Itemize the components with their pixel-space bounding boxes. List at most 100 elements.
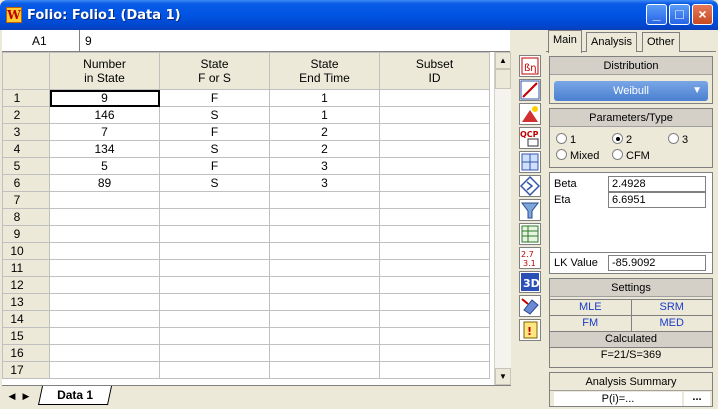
grid-cell[interactable] [49,225,160,243]
grid-cell[interactable] [49,293,160,311]
cell-value-input[interactable] [82,30,510,51]
sheet-next-icon[interactable]: ▶ [20,389,32,403]
grid-cell[interactable] [269,225,380,243]
grid-cell[interactable] [379,327,490,345]
grid-cell[interactable] [49,361,160,379]
row-header[interactable]: 4 [2,140,50,158]
grid-cell[interactable] [49,242,160,260]
grid-cell[interactable]: 2 [269,123,380,141]
beta-distribution-icon[interactable]: ßη [519,55,541,77]
param-option-cfm[interactable]: CFM [612,149,650,162]
maximize-button[interactable]: □ [669,4,690,25]
grid-cell[interactable] [269,242,380,260]
row-header[interactable]: 6 [2,174,50,192]
grid-cell[interactable] [159,276,270,294]
sheet-prev-icon[interactable]: ◀ [6,389,18,403]
column-header[interactable]: State F or S [159,52,270,90]
report-icon[interactable]: ! [519,319,541,341]
grid-cell[interactable] [49,259,160,277]
grid-cell[interactable]: F [159,157,270,175]
grid-corner[interactable] [2,52,50,90]
grid-cell[interactable] [159,242,270,260]
row-header[interactable]: 7 [2,191,50,209]
more-button[interactable]: ... [684,392,710,406]
grid-cell[interactable]: S [159,174,270,192]
grid-cell[interactable] [159,327,270,345]
grid-cell[interactable] [269,310,380,328]
data-sheet-icon[interactable] [519,223,541,245]
grid-cell[interactable] [269,327,380,345]
grid-cell[interactable] [379,293,490,311]
grid-cell[interactable]: 7 [49,123,160,141]
grid-cell[interactable] [379,174,490,192]
grid-cell[interactable]: 9 [49,89,160,107]
tab-other[interactable]: Other [642,32,680,52]
grid-cell[interactable] [379,89,490,107]
grid-cell[interactable] [159,208,270,226]
grid-cell[interactable] [379,276,490,294]
row-header[interactable]: 9 [2,225,50,243]
param-option-2[interactable]: 2 [612,133,632,146]
param-option-3[interactable]: 3 [668,133,688,146]
grid-cell[interactable] [379,140,490,158]
row-header[interactable]: 12 [2,276,50,294]
grid-cell[interactable] [159,344,270,362]
row-header[interactable]: 8 [2,208,50,226]
close-button[interactable]: × [692,4,713,25]
lk-value[interactable]: -85.9092 [608,255,706,271]
grid-cell[interactable] [49,276,160,294]
grid-cell[interactable]: F [159,123,270,141]
title-bar[interactable]: W Folio: Folio1 (Data 1) _ □ × [0,0,718,30]
grid-cell[interactable]: 3 [269,174,380,192]
cell-reference[interactable]: A1 [2,30,80,52]
grid-cell[interactable] [49,191,160,209]
grid-cell[interactable] [379,157,490,175]
distribution-select[interactable]: Weibull ▼ [554,81,708,101]
param-option-1[interactable]: 1 [556,133,576,146]
grid-cell[interactable]: 1 [269,89,380,107]
app-icon[interactable]: W [6,7,22,23]
grid-cell[interactable]: 5 [49,157,160,175]
grid-cell[interactable] [159,191,270,209]
grid-cell[interactable] [379,208,490,226]
beta-value[interactable]: 2.4928 [608,176,706,192]
grid-cell[interactable] [379,225,490,243]
setting-fm[interactable]: FM [550,316,631,331]
grid-cell[interactable]: 146 [49,106,160,124]
grid-cell[interactable] [379,123,490,141]
chart-grid-icon[interactable] [519,151,541,173]
tab-analysis[interactable]: Analysis [586,32,637,52]
scroll-down-button[interactable]: ▼ [495,368,511,385]
tab-main[interactable]: Main [548,30,582,53]
number-format-icon[interactable]: 2.7 3.1 [519,247,541,269]
row-header[interactable]: 17 [2,361,50,379]
row-header[interactable]: 1 [2,89,50,107]
column-header[interactable]: Number in State [49,52,160,90]
grid-cell[interactable]: S [159,140,270,158]
grid-cell[interactable] [379,242,490,260]
scroll-thumb[interactable] [495,69,511,89]
grid-cell[interactable] [49,327,160,345]
grid-cell[interactable] [269,259,380,277]
grid-cell[interactable]: 2 [269,140,380,158]
param-option-mixed[interactable]: Mixed [556,149,599,162]
grid-cell[interactable]: F [159,89,270,107]
grid-cell[interactable] [49,208,160,226]
probability-plot-icon[interactable] [519,79,541,101]
row-header[interactable]: 3 [2,123,50,141]
grid-cell[interactable]: 3 [269,157,380,175]
grid-cell[interactable] [159,225,270,243]
grid-cell[interactable] [379,191,490,209]
grid-cell[interactable] [379,106,490,124]
grid-cell[interactable] [269,361,380,379]
plot-wizard-icon[interactable] [519,103,541,125]
grid-cell[interactable] [379,259,490,277]
minimize-button[interactable]: _ [646,4,667,25]
grid-cell[interactable]: 89 [49,174,160,192]
filter-icon[interactable] [519,199,541,221]
grid-cell[interactable] [269,293,380,311]
grid-cell[interactable] [379,310,490,328]
grid-cell[interactable] [269,208,380,226]
row-header[interactable]: 10 [2,242,50,260]
row-header[interactable]: 2 [2,106,50,124]
